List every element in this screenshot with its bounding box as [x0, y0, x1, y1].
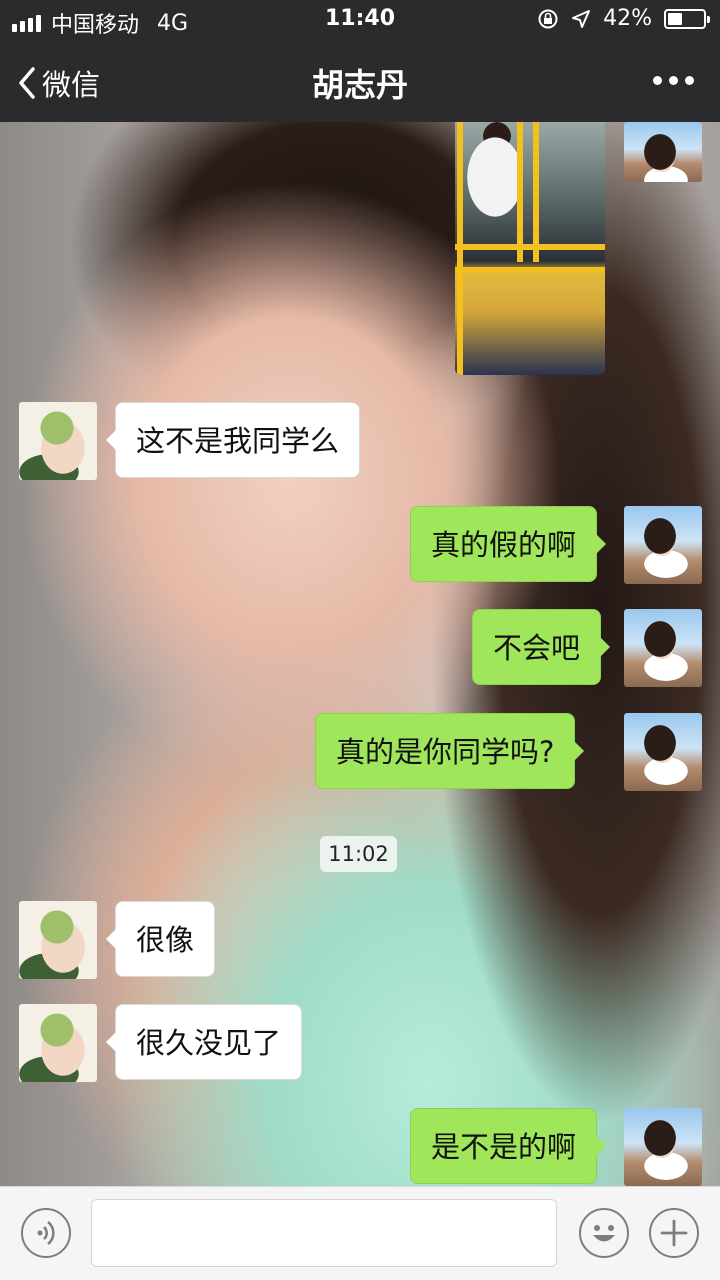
friend-avatar[interactable]: [19, 901, 97, 979]
my-avatar[interactable]: [624, 1108, 702, 1186]
message-bubble[interactable]: 这不是我同学么: [105, 402, 361, 478]
chat-header: 微信 胡志丹: [0, 40, 720, 122]
my-avatar[interactable]: [624, 713, 702, 791]
message-bubble[interactable]: 真的假的啊: [410, 506, 607, 582]
message-bubble[interactable]: 很久没见了: [105, 1004, 303, 1080]
rotation-lock-icon: [538, 9, 558, 28]
message-text: 很像: [136, 923, 195, 957]
emoji-button[interactable]: [579, 1208, 629, 1258]
emoji-icon: [593, 1225, 615, 1242]
message-text: 不会吧: [493, 631, 581, 665]
timestamp: 11:02: [320, 836, 397, 872]
plus-icon: [660, 1219, 688, 1247]
message-bubble[interactable]: 很像: [105, 901, 216, 977]
message-text: 很久没见了: [136, 1026, 282, 1060]
message-text: 是不是的啊: [431, 1130, 577, 1164]
message-bubble[interactable]: 不会吧: [472, 609, 611, 685]
message-input[interactable]: [91, 1199, 557, 1267]
message-bubble[interactable]: 真的是你同学吗?: [315, 713, 585, 789]
image-message[interactable]: [455, 122, 605, 375]
friend-avatar[interactable]: [19, 1004, 97, 1082]
status-bar: 中国移动 4G 11:40 42%: [0, 0, 720, 40]
my-avatar[interactable]: [624, 609, 702, 687]
message-text: 真的假的啊: [431, 528, 577, 562]
battery-icon: [664, 8, 710, 29]
my-avatar[interactable]: [624, 122, 702, 182]
page-title: 胡志丹: [311, 66, 408, 104]
message-text: 真的是你同学吗?: [336, 735, 555, 769]
input-bar: [0, 1186, 720, 1280]
more-dots-icon[interactable]: [653, 76, 694, 85]
my-avatar[interactable]: [624, 506, 702, 584]
battery-percent: 42%: [603, 6, 652, 31]
voice-icon: [37, 1221, 55, 1245]
voice-button[interactable]: [21, 1208, 71, 1258]
message-text: 这不是我同学么: [136, 424, 340, 458]
chat-area[interactable]: 这不是我同学么 真的假的啊 不会吧 真的是你同学吗? 11:02 很像 很久没见…: [0, 122, 720, 1186]
add-button[interactable]: [649, 1208, 699, 1258]
location-icon: [572, 9, 591, 28]
friend-avatar[interactable]: [19, 402, 97, 480]
message-bubble[interactable]: 是不是的啊: [410, 1108, 607, 1184]
